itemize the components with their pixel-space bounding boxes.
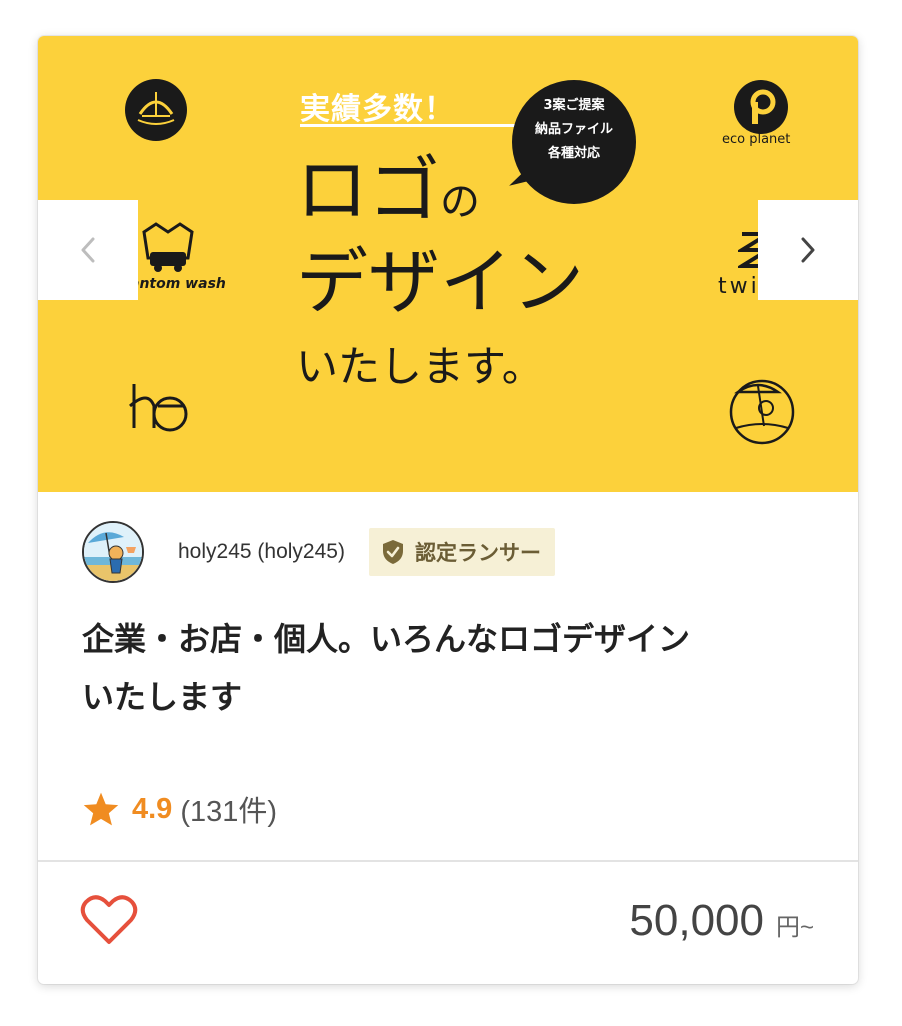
avatar-illustration-icon <box>84 523 142 581</box>
logo-sample-monogram <box>129 384 188 432</box>
chevron-left-icon <box>81 237 95 263</box>
service-title[interactable]: 企業・お店・個人。いろんなロゴデザイン いたします <box>82 610 822 726</box>
bubble-line: 3案ご提案 <box>543 98 605 113</box>
seller-row: holy245 (holy245) 認定ランサー <box>82 520 555 584</box>
certified-lancer-badge: 認定ランサー <box>368 528 555 576</box>
logo-caption-wash: antom wash <box>130 276 226 292</box>
hero-headline-main: ロゴ <box>296 148 441 232</box>
chevron-right-icon <box>801 237 815 263</box>
service-title-line: 企業・お店・個人。いろんなロゴデザイン <box>82 620 691 658</box>
hero-headline-particle: の <box>440 179 481 225</box>
favorite-button[interactable] <box>80 894 138 946</box>
bubble-line: 納品ファイル <box>534 122 613 137</box>
badge-label: 認定ランサー <box>414 541 541 565</box>
logo-sample-eco-planet <box>734 80 788 134</box>
speech-bubble: 3案ご提案 納品ファイル 各種対応 <box>512 80 636 204</box>
carousel-next-button[interactable] <box>758 200 858 300</box>
heart-icon <box>80 895 138 944</box>
carousel-prev-button[interactable] <box>38 200 138 300</box>
price-value: 50,000 <box>629 896 764 945</box>
hero-headline-line2: デザイン <box>296 240 585 324</box>
logo-sample-boat <box>125 79 187 141</box>
service-image-carousel[interactable]: eco planet antom wash twis 実績多数！ 3案ご提案 納… <box>38 36 858 492</box>
star-icon <box>83 792 119 826</box>
logo-sample-wash <box>142 222 194 272</box>
rating: 4.9 (131件) <box>82 788 277 830</box>
logo-caption-eco: eco planet <box>722 132 791 147</box>
logo-sample-umbrella <box>729 379 795 445</box>
price: 50,000 円~ <box>629 896 814 946</box>
bubble-line: 各種対応 <box>547 146 600 161</box>
hero-headline-line3: いたします。 <box>296 342 544 391</box>
divider <box>38 860 858 862</box>
service-card[interactable]: eco planet antom wash twis 実績多数！ 3案ご提案 納… <box>38 36 858 984</box>
rating-value: 4.9 <box>132 792 173 825</box>
hero-headline-line1: ロゴの <box>296 154 480 226</box>
rating-count: (131件) <box>180 796 278 828</box>
shield-check-icon <box>382 540 403 564</box>
seller-name[interactable]: holy245 (holy245) <box>178 540 345 564</box>
hero-tagline: 実績多数！ <box>300 92 455 127</box>
price-unit: 円~ <box>775 914 814 941</box>
avatar[interactable] <box>82 521 144 583</box>
hero-tagline-underline <box>300 124 530 127</box>
service-title-line: いたします <box>82 678 243 716</box>
